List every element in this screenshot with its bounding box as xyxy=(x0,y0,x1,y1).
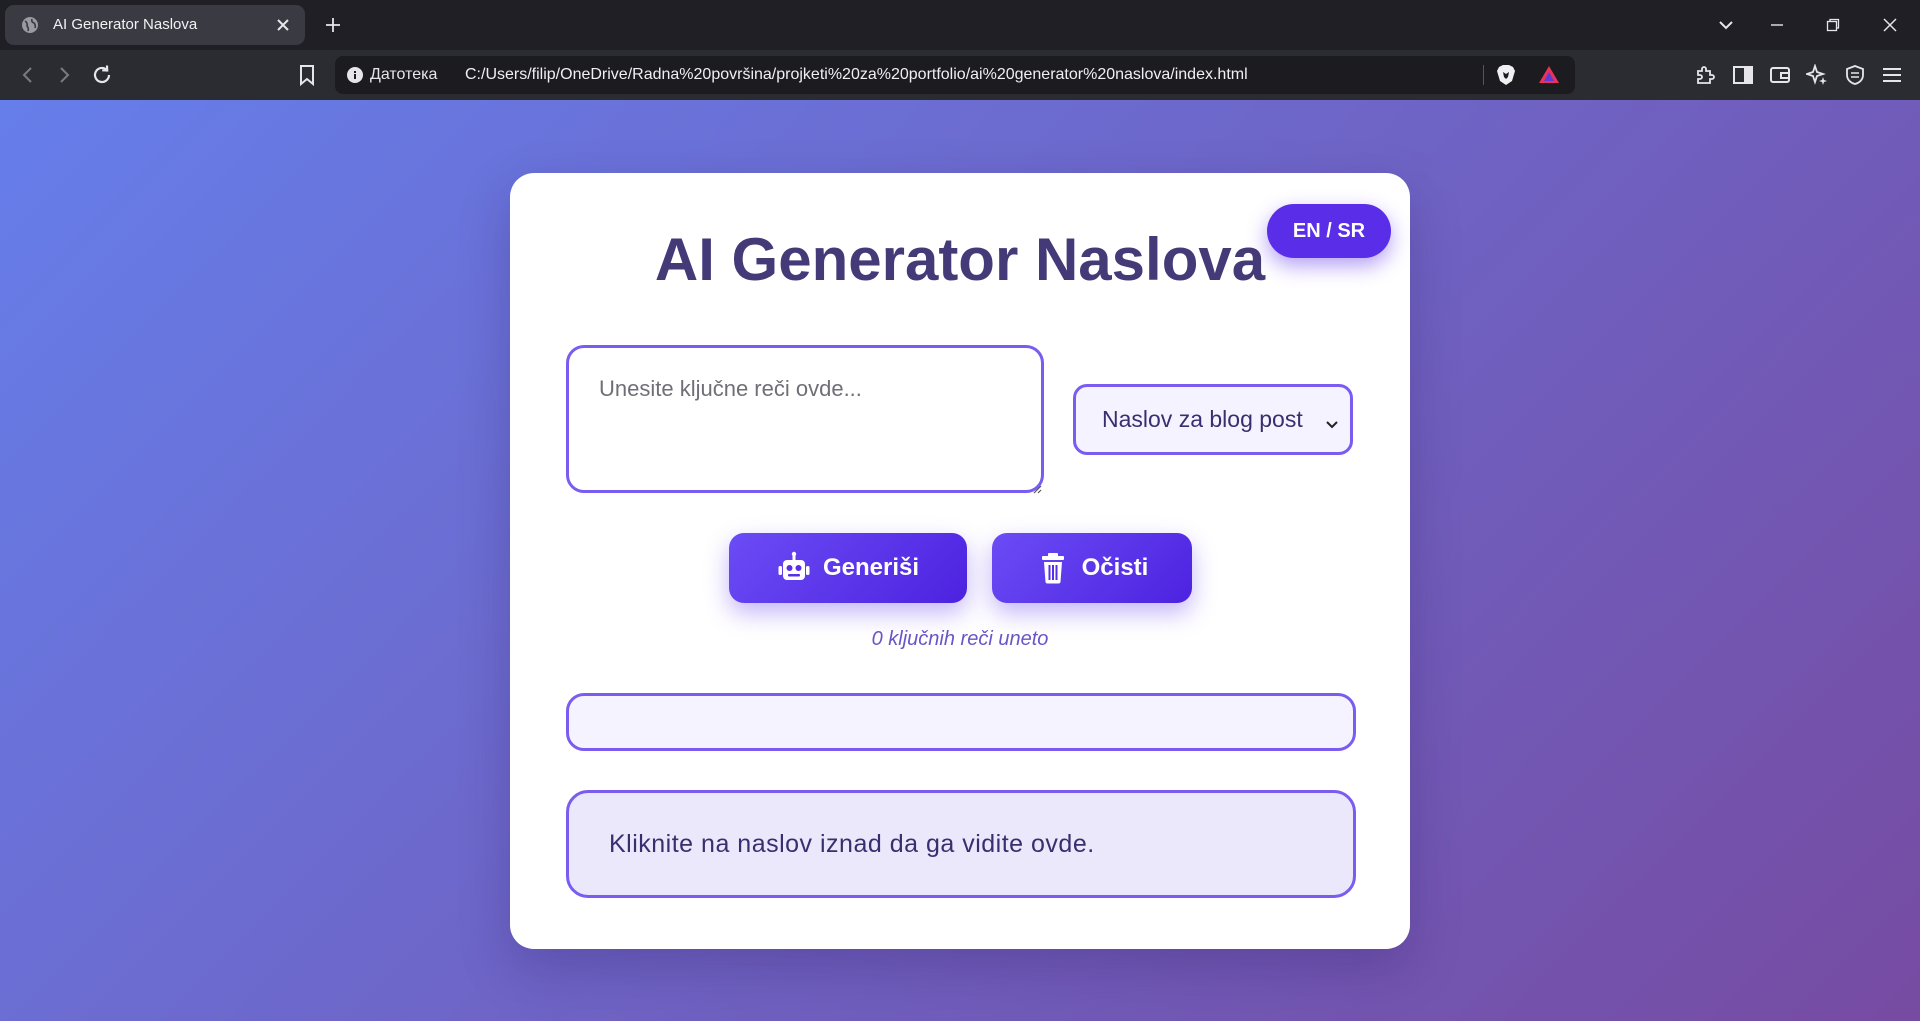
wallet-icon[interactable] xyxy=(1764,59,1796,91)
title-preview-text: Kliknite na naslov iznad da ga vidite ov… xyxy=(609,829,1095,858)
brave-shield-icon[interactable] xyxy=(1495,64,1517,86)
tab-search-icon[interactable] xyxy=(1706,8,1746,42)
info-icon[interactable] xyxy=(347,67,363,83)
address-url[interactable]: C:/Users/filip/OneDrive/Radna%20površina… xyxy=(465,56,1248,94)
page-title: AI Generator Naslova xyxy=(654,226,1266,293)
generated-titles-list[interactable] xyxy=(566,693,1356,751)
title-type-selected: Naslov za blog post xyxy=(1102,406,1303,432)
close-window-icon[interactable] xyxy=(1870,8,1910,42)
reload-icon[interactable] xyxy=(86,59,118,91)
browser-toolbar: Датотека C:/Users/filip/OneDrive/Radna%2… xyxy=(0,50,1920,100)
forward-icon[interactable] xyxy=(48,59,80,91)
resize-grip-icon[interactable] xyxy=(1032,481,1042,494)
generate-button-label: Generiši xyxy=(822,554,920,581)
clear-button-label: Očisti xyxy=(1081,554,1149,581)
menu-icon[interactable] xyxy=(1876,59,1908,91)
vpn-icon[interactable] xyxy=(1839,59,1871,91)
generator-card: EN / SR AI Generator Naslova Naslov za b… xyxy=(510,173,1410,949)
leo-ai-icon[interactable] xyxy=(1801,59,1833,91)
back-icon[interactable] xyxy=(12,59,44,91)
restore-icon[interactable] xyxy=(1813,8,1853,42)
keyword-counter: 0 ključnih reči uneto xyxy=(871,628,1049,650)
robot-icon xyxy=(777,551,811,585)
title-preview: Kliknite na naslov iznad da ga vidite ov… xyxy=(566,790,1356,898)
minimize-icon[interactable] xyxy=(1757,8,1797,42)
chevron-down-icon xyxy=(1324,411,1340,429)
new-tab-icon[interactable] xyxy=(318,10,348,40)
keywords-input[interactable] xyxy=(566,345,1044,493)
generate-button[interactable]: Generiši xyxy=(729,533,967,603)
address-scheme-label: Датотека xyxy=(370,66,438,83)
extensions-icon[interactable] xyxy=(1689,59,1721,91)
sidebar-icon[interactable] xyxy=(1727,59,1759,91)
browser-tab[interactable]: AI Generator Naslova xyxy=(5,5,305,45)
tab-title: AI Generator Naslova xyxy=(53,16,198,33)
close-tab-icon[interactable] xyxy=(271,13,295,37)
browser-tabbar: AI Generator Naslova xyxy=(0,0,1920,50)
brave-rewards-icon[interactable] xyxy=(1538,64,1560,86)
clear-button[interactable]: Očisti xyxy=(992,533,1192,603)
bookmark-icon[interactable] xyxy=(291,59,323,91)
trash-icon xyxy=(1036,551,1070,585)
globe-icon xyxy=(20,15,40,35)
address-bar[interactable]: Датотека C:/Users/filip/OneDrive/Radna%2… xyxy=(335,56,1575,94)
title-type-select[interactable]: Naslov za blog post xyxy=(1073,384,1353,455)
page-viewport: EN / SR AI Generator Naslova Naslov za b… xyxy=(0,100,1920,1021)
address-divider xyxy=(1483,65,1484,85)
